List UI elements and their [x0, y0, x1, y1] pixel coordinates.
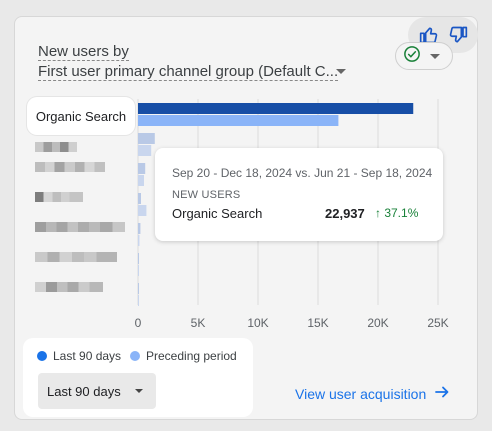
- bar-current: [138, 223, 141, 234]
- date-range-select[interactable]: Last 90 days: [38, 373, 156, 409]
- blurred-category-label: [35, 142, 77, 152]
- x-tick-label: 20K: [367, 316, 388, 330]
- blurred-category-label: [35, 282, 103, 292]
- bar-current: [138, 253, 139, 264]
- bar-current: [138, 133, 155, 144]
- legend-label-previous: Preceding period: [146, 349, 237, 363]
- bar-current: [138, 283, 139, 294]
- tooltip-row: Organic Search 22,937 ↑ 37.1%: [172, 206, 424, 221]
- date-range-select-value: Last 90 days: [47, 383, 121, 399]
- legend-item-current[interactable]: Last 90 days: [37, 349, 121, 363]
- chevron-down-icon: [134, 389, 143, 393]
- x-tick-label: 10K: [247, 316, 268, 330]
- x-tick-label: 5K: [191, 316, 206, 330]
- tooltip-row-label: Organic Search: [172, 206, 263, 221]
- x-tick-label: 25K: [427, 316, 448, 330]
- view-user-acquisition-link[interactable]: View user acquisition: [295, 384, 450, 403]
- legend-dot-previous: [130, 351, 140, 361]
- bar-previous: [138, 145, 152, 156]
- tooltip-row-value: 22,937: [325, 206, 365, 221]
- x-tick-label: 0: [135, 316, 142, 330]
- bar-current: [138, 163, 146, 174]
- tooltip-metric: NEW USERS: [172, 189, 241, 201]
- bar-previous: [138, 115, 339, 126]
- bar-previous: [138, 295, 139, 306]
- legend-label-current: Last 90 days: [53, 349, 122, 363]
- category-label-organic-search[interactable]: Organic Search: [27, 97, 135, 135]
- blurred-category-label: [35, 222, 125, 232]
- bar-previous: [138, 265, 139, 276]
- legend-item-previous[interactable]: Preceding period: [130, 349, 237, 363]
- bar-previous: [138, 235, 140, 246]
- chart-tooltip: Sep 20 - Dec 18, 2024 vs. Jun 21 - Sep 1…: [155, 148, 443, 241]
- blurred-category-label: [35, 162, 105, 172]
- bar-current: [138, 193, 141, 204]
- x-tick-label: 15K: [307, 316, 328, 330]
- tooltip-row-change: ↑ 37.1%: [375, 206, 419, 220]
- blurred-category-label: [35, 192, 83, 202]
- view-user-acquisition-label: View user acquisition: [295, 385, 427, 402]
- legend-dot-current: [37, 351, 47, 361]
- bar-previous: [138, 205, 147, 216]
- blurred-category-label: [35, 252, 117, 262]
- legend-panel: Last 90 days Preceding period Last 90 da…: [23, 338, 253, 417]
- arrow-right-icon: [434, 384, 450, 403]
- x-axis-ticks: 0 5K 10K 15K 20K 25K: [135, 316, 449, 330]
- tooltip-date-range: Sep 20 - Dec 18, 2024 vs. Jun 21 - Sep 1…: [172, 166, 433, 180]
- bar-current: [138, 103, 414, 114]
- bar-previous: [138, 175, 144, 186]
